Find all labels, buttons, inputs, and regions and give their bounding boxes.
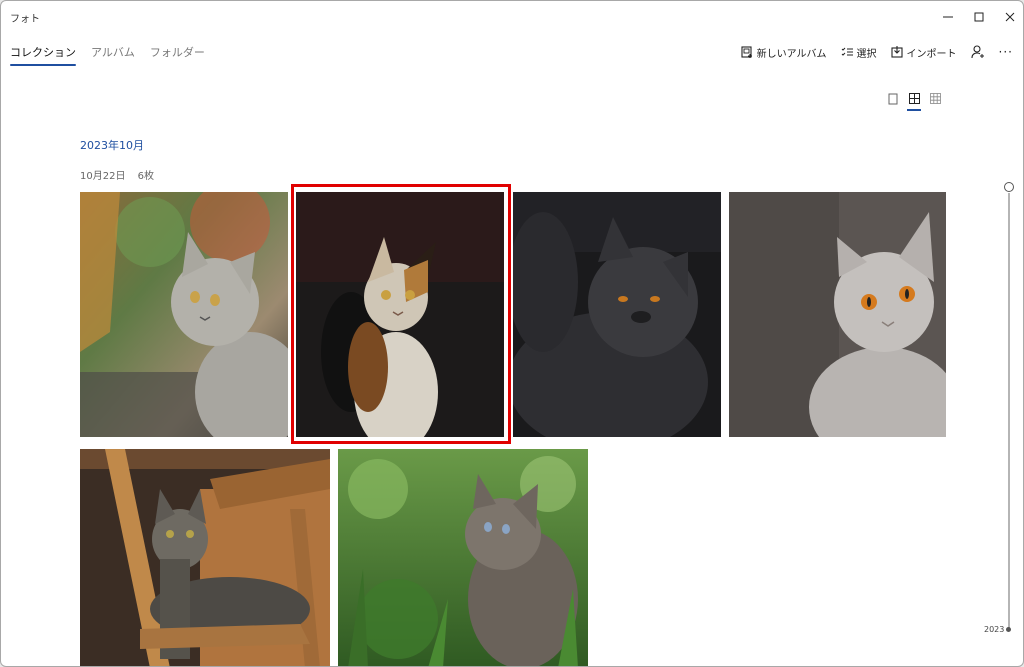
select-icon xyxy=(841,47,853,56)
single-view-toggle[interactable] xyxy=(887,93,899,111)
medium-grid-toggle[interactable] xyxy=(907,93,921,111)
medium-grid-icon xyxy=(908,93,920,104)
import-icon xyxy=(890,46,903,58)
account-icon xyxy=(970,45,984,59)
cat-photo-image xyxy=(729,192,946,437)
close-button[interactable] xyxy=(993,5,1023,29)
single-view-icon xyxy=(888,93,898,105)
month-heading[interactable]: 2023年10月 xyxy=(80,137,144,153)
timeline-year-label[interactable]: 2023 xyxy=(984,625,1004,634)
cat-photo-image xyxy=(296,192,504,437)
timeline-year-marker[interactable] xyxy=(1006,627,1011,632)
maximize-button[interactable] xyxy=(962,5,996,29)
timeline-scrollbar[interactable] xyxy=(1008,193,1010,630)
photo-thumbnail[interactable] xyxy=(80,449,330,666)
photo-thumbnail[interactable] xyxy=(80,192,288,437)
nav-tabs: コレクション アルバム フォルダー xyxy=(10,44,205,70)
more-icon: ··· xyxy=(998,45,1013,59)
tab-albums[interactable]: アルバム xyxy=(91,44,135,66)
close-icon xyxy=(1005,12,1015,22)
app-title: フォト xyxy=(10,14,40,25)
more-button[interactable]: ··· xyxy=(999,45,1013,59)
photo-thumbnail-selected[interactable] xyxy=(296,192,504,437)
photo-thumbnail[interactable] xyxy=(513,192,721,437)
minimize-icon xyxy=(943,16,953,18)
new-album-button[interactable]: 新しいアルバム xyxy=(741,45,827,60)
select-label: 選択 xyxy=(856,48,877,60)
small-grid-icon xyxy=(929,93,941,104)
new-album-icon xyxy=(741,46,752,58)
cat-photo-image xyxy=(80,192,288,437)
account-button[interactable] xyxy=(970,45,985,59)
tab-folders[interactable]: フォルダー xyxy=(150,44,205,66)
new-album-label: 新しいアルバム xyxy=(756,48,827,60)
timeline-thumb[interactable] xyxy=(1004,182,1014,192)
cat-photo-image xyxy=(80,449,330,666)
command-bar: 新しいアルバム 選択 インポート ··· xyxy=(727,43,1013,61)
minimize-button[interactable] xyxy=(931,5,965,29)
select-button[interactable]: 選択 xyxy=(841,45,877,60)
maximize-icon xyxy=(974,12,984,22)
tab-collection[interactable]: コレクション xyxy=(10,44,76,66)
photo-count: 6枚 xyxy=(137,171,155,182)
day-date: 10月22日 xyxy=(80,171,126,182)
photo-thumbnail[interactable] xyxy=(729,192,946,437)
day-heading: 10月22日 6枚 xyxy=(80,167,163,182)
cat-photo-image xyxy=(513,192,721,437)
small-grid-toggle[interactable] xyxy=(929,93,941,111)
import-label: インポート xyxy=(906,48,957,60)
cat-photo-image xyxy=(338,449,588,666)
photos-window: フォト コレクション アルバム フォルダー 新しいアルバム 選択 インポート ·… xyxy=(0,0,1024,667)
title-bar: フォト xyxy=(1,1,1023,35)
import-button[interactable]: インポート xyxy=(890,45,957,60)
photo-thumbnail[interactable] xyxy=(338,449,588,666)
view-mode-toggles xyxy=(887,93,941,111)
